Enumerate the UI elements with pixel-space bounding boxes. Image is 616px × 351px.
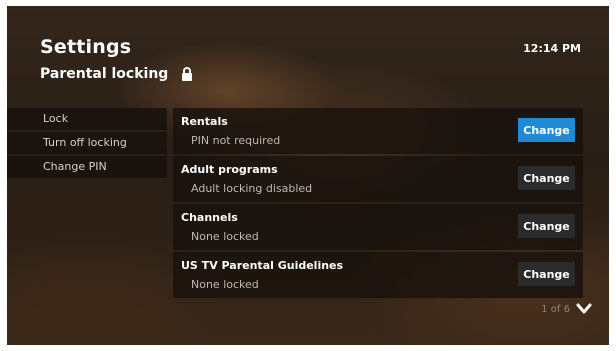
side-item-turn-off-locking[interactable]: Turn off locking <box>7 132 167 154</box>
side-menu: Lock Turn off locking Change PIN <box>7 108 167 180</box>
setting-title: Rentals <box>181 115 228 128</box>
setting-status: None locked <box>191 278 259 291</box>
settings-list: Rentals PIN not required Change Adult pr… <box>173 108 583 300</box>
setting-row-us-tv-guidelines: US TV Parental Guidelines None locked Ch… <box>173 252 583 298</box>
lock-icon <box>181 67 193 81</box>
setting-title: Channels <box>181 211 238 224</box>
side-item-label: Change PIN <box>43 160 107 173</box>
setting-status: None locked <box>191 230 259 243</box>
side-item-change-pin[interactable]: Change PIN <box>7 156 167 178</box>
setting-row-rentals: Rentals PIN not required Change <box>173 108 583 154</box>
change-us-tv-guidelines-button[interactable]: Change <box>518 262 575 286</box>
change-rentals-button[interactable]: Change <box>518 118 575 142</box>
side-item-label: Turn off locking <box>43 136 127 149</box>
change-channels-button[interactable]: Change <box>518 214 575 238</box>
side-item-lock[interactable]: Lock <box>7 108 167 130</box>
setting-row-channels: Channels None locked Change <box>173 204 583 250</box>
setting-row-adult-programs: Adult programs Adult locking disabled Ch… <box>173 156 583 202</box>
page-title: Settings <box>40 36 132 58</box>
subtitle-label: Parental locking <box>40 66 169 82</box>
settings-screen: Settings Parental locking 12:14 PM Lock … <box>7 6 609 345</box>
pager: 1 of 6 <box>541 300 592 319</box>
setting-title: US TV Parental Guidelines <box>181 259 344 272</box>
setting-status: PIN not required <box>191 134 281 147</box>
side-item-label: Lock <box>43 112 69 125</box>
change-adult-programs-button[interactable]: Change <box>518 166 575 190</box>
clock: 12:14 PM <box>523 42 581 55</box>
page-indicator: 1 of 6 <box>541 304 570 315</box>
chevron-down-icon[interactable] <box>576 300 592 319</box>
setting-title: Adult programs <box>181 163 278 176</box>
page-subtitle: Parental locking <box>40 66 193 82</box>
setting-status: Adult locking disabled <box>191 182 313 195</box>
